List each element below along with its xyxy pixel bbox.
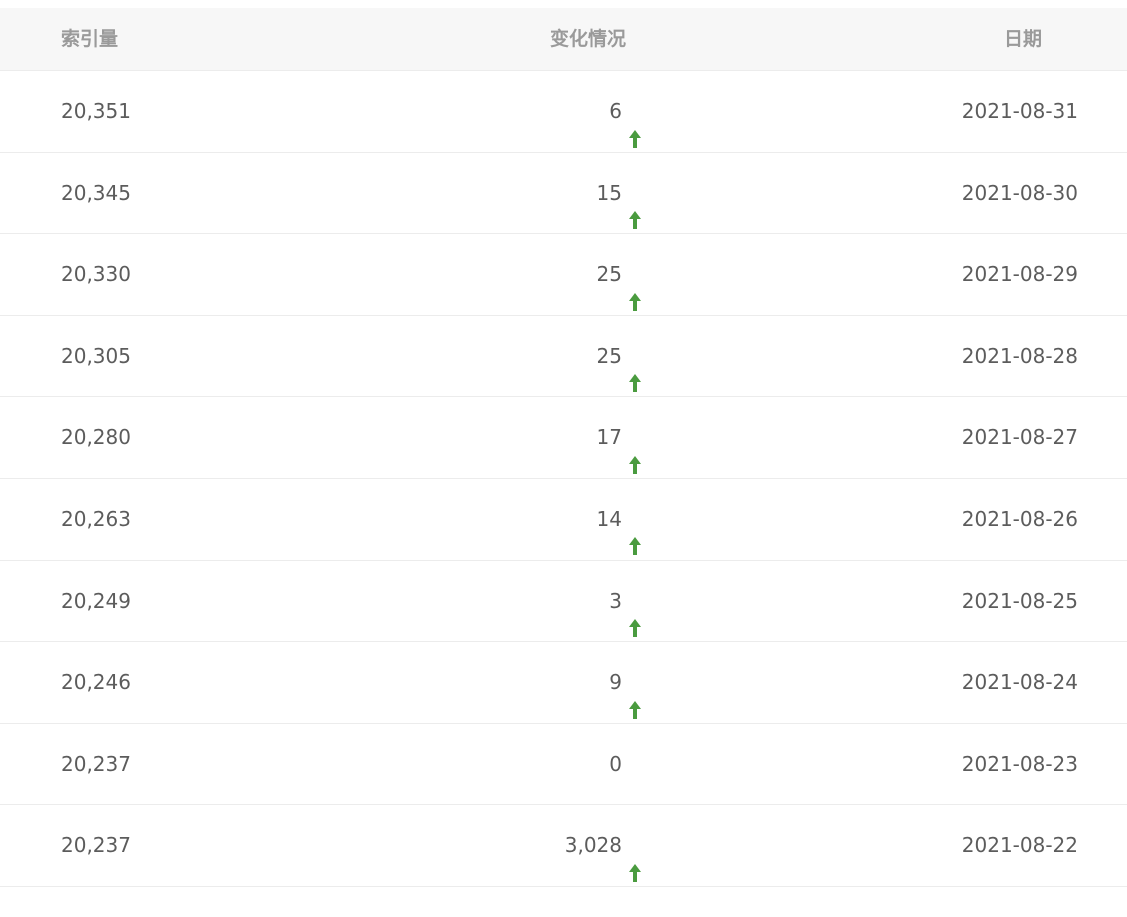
change-value: 15: [596, 180, 622, 205]
table-row: 20,330 25 2021-08-29: [0, 234, 1127, 316]
cell-index: 20,237: [61, 751, 131, 776]
cell-index: 20,345: [61, 180, 131, 205]
change-value: 6: [609, 99, 622, 123]
cell-index: 20,351: [61, 99, 131, 123]
table-row: 20,305 25 2021-08-28: [0, 316, 1127, 398]
cell-change: 0: [609, 724, 643, 805]
cell-date: 2021-08-28: [961, 343, 1078, 368]
top-spacer: [0, 0, 1127, 8]
cell-change: 17: [597, 397, 643, 478]
index-table: 索引量 变化情况 日期 20,351 6 2021-08-31 20,345 1…: [0, 0, 1127, 887]
cell-date: 2021-08-31: [961, 99, 1078, 123]
table-row: 20,246 9 2021-08-24: [0, 642, 1127, 724]
change-value: 25: [596, 262, 622, 287]
change-value: 0: [609, 751, 622, 776]
up-arrow-icon: [627, 183, 643, 230]
up-arrow-icon: [627, 265, 643, 311]
cell-change: 15: [597, 153, 643, 234]
up-arrow-icon: [627, 509, 643, 556]
up-arrow-icon: [627, 673, 643, 719]
cell-index: 20,237: [61, 833, 131, 858]
cell-index: 20,330: [61, 262, 131, 287]
table-row: 20,249 3 2021-08-25: [0, 561, 1127, 643]
cell-change: 3,028: [565, 805, 643, 886]
change-value: 17: [596, 425, 622, 450]
table-row: 20,345 15 2021-08-30: [0, 153, 1127, 235]
table-row: 20,280 17 2021-08-27: [0, 397, 1127, 479]
cell-index: 20,263: [61, 506, 131, 531]
cell-date: 2021-08-26: [961, 506, 1078, 531]
cell-change: 9: [609, 642, 643, 723]
table-row: 20,237 0 2021-08-23: [0, 724, 1127, 806]
table-row: 20,263 14 2021-08-26: [0, 479, 1127, 561]
change-value: 14: [596, 506, 622, 531]
cell-index: 20,249: [61, 588, 131, 613]
up-arrow-icon: [627, 428, 643, 474]
cell-date: 2021-08-22: [961, 833, 1078, 858]
table-row: 20,237 3,028 2021-08-22: [0, 805, 1127, 887]
cell-change: 6: [609, 71, 643, 152]
cell-index: 20,246: [61, 670, 131, 695]
cell-date: 2021-08-24: [961, 670, 1078, 695]
cell-change: 25: [597, 234, 643, 315]
cell-date: 2021-08-30: [961, 180, 1078, 205]
change-value: 9: [609, 670, 622, 695]
cell-date: 2021-08-23: [961, 751, 1078, 776]
cell-change: 3: [609, 561, 643, 642]
up-arrow-icon: [627, 102, 643, 148]
cell-date: 2021-08-27: [961, 425, 1078, 450]
header-date: 日期: [1004, 28, 1043, 50]
up-arrow-icon: [627, 591, 643, 638]
table-row: 20,351 6 2021-08-31: [0, 71, 1127, 153]
table-body: 20,351 6 2021-08-31 20,345 15 2021-08-30…: [0, 71, 1127, 887]
header-index: 索引量: [61, 28, 119, 50]
cell-date: 2021-08-25: [961, 588, 1078, 613]
change-value: 3,028: [564, 833, 622, 858]
no-change-slot: [627, 754, 643, 774]
cell-change: 25: [597, 316, 643, 397]
up-arrow-icon: [627, 346, 643, 393]
table-header: 索引量 变化情况 日期: [0, 8, 1127, 71]
change-value: 25: [596, 343, 622, 368]
cell-date: 2021-08-29: [961, 262, 1078, 287]
cell-index: 20,280: [61, 425, 131, 450]
change-value: 3: [609, 588, 622, 613]
header-change: 变化情况: [550, 28, 627, 50]
cell-change: 14: [597, 479, 643, 560]
cell-index: 20,305: [61, 343, 131, 368]
up-arrow-icon: [627, 836, 643, 882]
